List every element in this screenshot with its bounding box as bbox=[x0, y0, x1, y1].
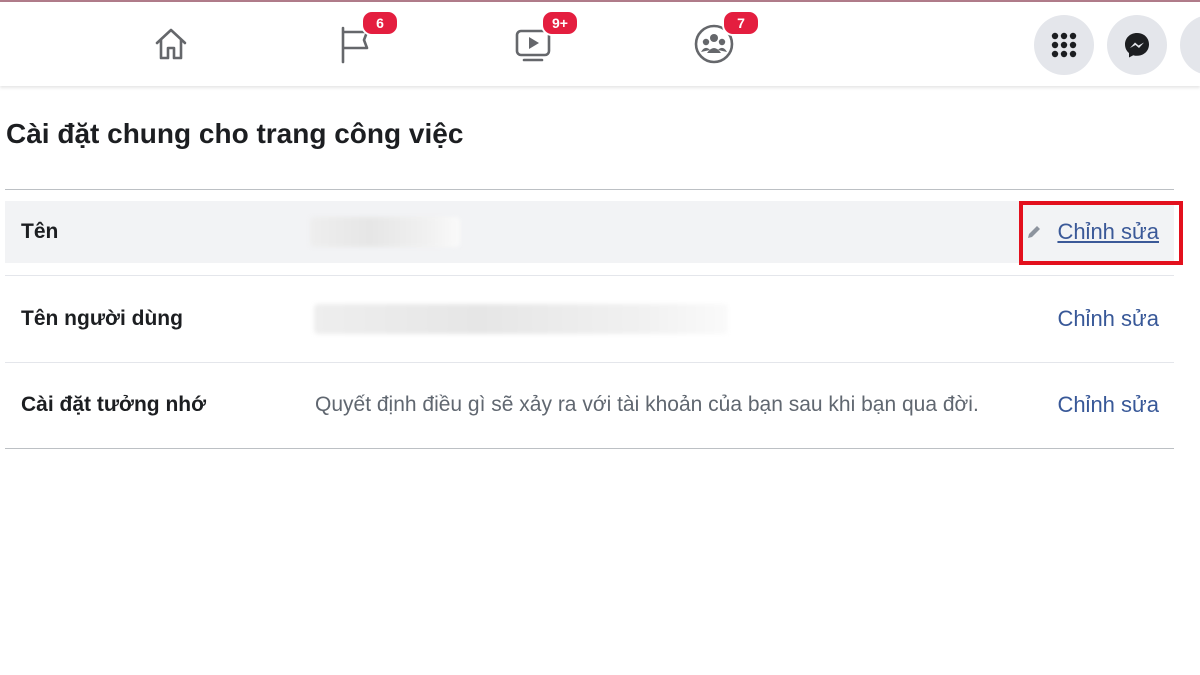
menu-button[interactable] bbox=[1034, 15, 1094, 75]
row-label-username: Tên người dùng bbox=[21, 307, 183, 330]
annotation-highlight-box bbox=[1019, 201, 1183, 265]
settings-row-memorial: Cài đặt tưởng nhớ Quyết định điều gì sẽ … bbox=[5, 374, 1174, 436]
home-icon bbox=[155, 28, 187, 60]
account-button[interactable] bbox=[1180, 15, 1200, 75]
settings-row-username: Tên người dùng Chỉnh sửa bbox=[5, 288, 1174, 350]
settings-row-name: Tên Chỉnh sửa bbox=[5, 201, 1174, 263]
top-navigation-bar: 6 9+ 7 bbox=[0, 2, 1200, 86]
row-label-memorial: Cài đặt tưởng nhớ bbox=[21, 393, 207, 416]
edit-username-link[interactable]: Chỉnh sửa bbox=[1057, 306, 1159, 332]
section-divider-top bbox=[5, 189, 1174, 190]
row-separator bbox=[5, 275, 1174, 276]
watch-notification-badge: 9+ bbox=[541, 10, 579, 36]
row-label-name: Tên bbox=[21, 220, 59, 243]
row-separator bbox=[5, 362, 1174, 363]
page-title: Cài đặt chung cho trang công việc bbox=[6, 118, 464, 149]
memorial-description: Quyết định điều gì sẽ xảy ra với tài kho… bbox=[315, 393, 979, 416]
pages-notification-badge: 6 bbox=[361, 10, 399, 36]
account-icon bbox=[1195, 30, 1200, 60]
nav-tab-home[interactable] bbox=[131, 2, 211, 86]
nav-tab-groups[interactable]: 7 bbox=[674, 2, 760, 86]
groups-notification-badge: 7 bbox=[722, 10, 760, 36]
grid-menu-icon bbox=[1051, 32, 1077, 58]
nav-tab-watch[interactable]: 9+ bbox=[493, 2, 579, 86]
blurred-username-value bbox=[314, 304, 728, 334]
blurred-name-value bbox=[310, 217, 460, 247]
nav-tab-pages[interactable]: 6 bbox=[315, 2, 399, 86]
messenger-button[interactable] bbox=[1107, 15, 1167, 75]
edit-memorial-link[interactable]: Chỉnh sửa bbox=[1057, 392, 1159, 418]
section-divider-bottom bbox=[5, 448, 1174, 449]
messenger-icon bbox=[1125, 33, 1149, 58]
